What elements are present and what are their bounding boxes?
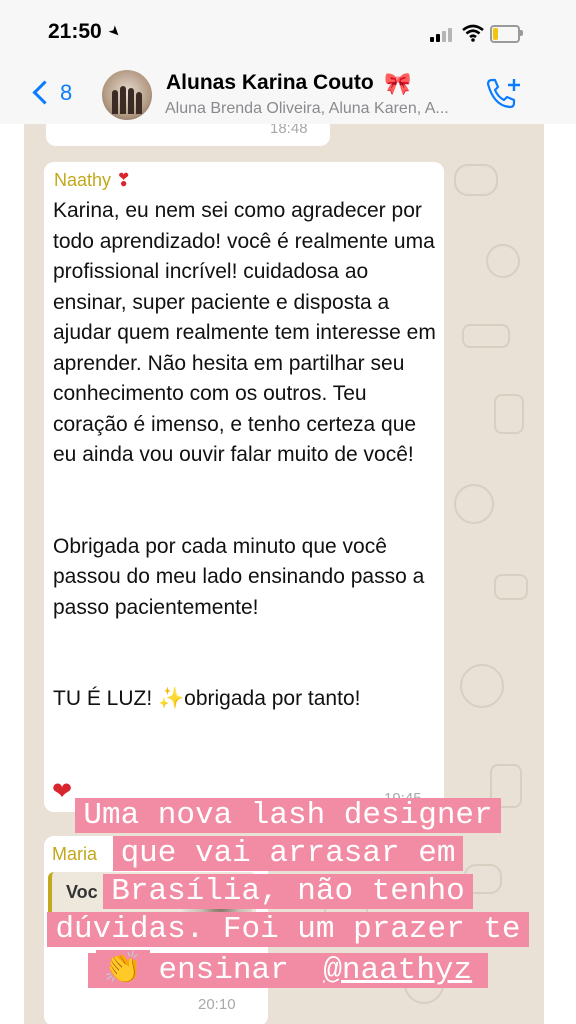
- caption-text: que vai arrasar em: [112, 836, 464, 871]
- ribbon-icon: 🎀: [384, 71, 412, 96]
- location-arrow-icon: ➤: [105, 21, 126, 41]
- status-bar: 21:50 ➤: [0, 0, 576, 62]
- caption-text: dúvidas. Foi um prazer te: [47, 912, 529, 947]
- chat-header: 8 Alunas Karina Couto 🎀 Aluna Brenda Oli…: [0, 62, 576, 125]
- caption-text: Uma nova lash designer: [75, 798, 501, 833]
- previous-message[interactable]: 18:48: [46, 124, 330, 146]
- cellular-signal-icon: [430, 26, 456, 42]
- reply-time: 20:10: [198, 996, 236, 1013]
- story-caption-line-2: que vai arrasar em: [0, 836, 576, 872]
- clapping-hands-icon: 👏: [95, 950, 151, 986]
- chevron-left-icon: [32, 80, 57, 105]
- story-caption-line-5: 👏 ensinar @naathyz: [0, 950, 576, 989]
- unread-count: 8: [60, 80, 73, 105]
- battery-cap: [520, 30, 523, 36]
- mention-link[interactable]: @naathyz: [315, 953, 481, 988]
- group-avatar[interactable]: [102, 70, 152, 120]
- story-caption-line-4: dúvidas. Foi um prazer te: [0, 912, 576, 948]
- status-time: 21:50: [48, 20, 102, 43]
- message-sender: Naathy ❣: [54, 170, 131, 191]
- add-call-icon[interactable]: [484, 76, 524, 112]
- wifi-icon: [462, 24, 484, 42]
- caption-text: Brasília, não tenho: [103, 874, 473, 909]
- battery-icon: [490, 25, 520, 43]
- sender-name: Naathy: [54, 170, 112, 190]
- story-caption-line-1: Uma nova lash designer: [0, 798, 576, 834]
- message-time: 18:48: [270, 124, 308, 137]
- message-text: Karina, eu nem sei como agradecer por to…: [53, 196, 437, 715]
- message-bubble[interactable]: Naathy ❣ Karina, eu nem sei como agradec…: [44, 162, 444, 812]
- caption-text: ensinar: [150, 953, 297, 988]
- message-paragraph-3: TU É LUZ! ✨obrigada por tanto!: [53, 687, 361, 710]
- group-title[interactable]: Alunas Karina Couto: [166, 71, 374, 95]
- message-paragraph-1: Karina, eu nem sei como agradecer por to…: [53, 199, 442, 466]
- heart-exclamation-icon: ❣: [116, 170, 132, 190]
- message-paragraph-2: Obrigada por cada minuto que você passou…: [53, 534, 431, 619]
- story-caption-line-3: Brasília, não tenho: [0, 874, 576, 910]
- group-members[interactable]: Aluna Brenda Oliveira, Aluna Karen, A...: [165, 100, 449, 118]
